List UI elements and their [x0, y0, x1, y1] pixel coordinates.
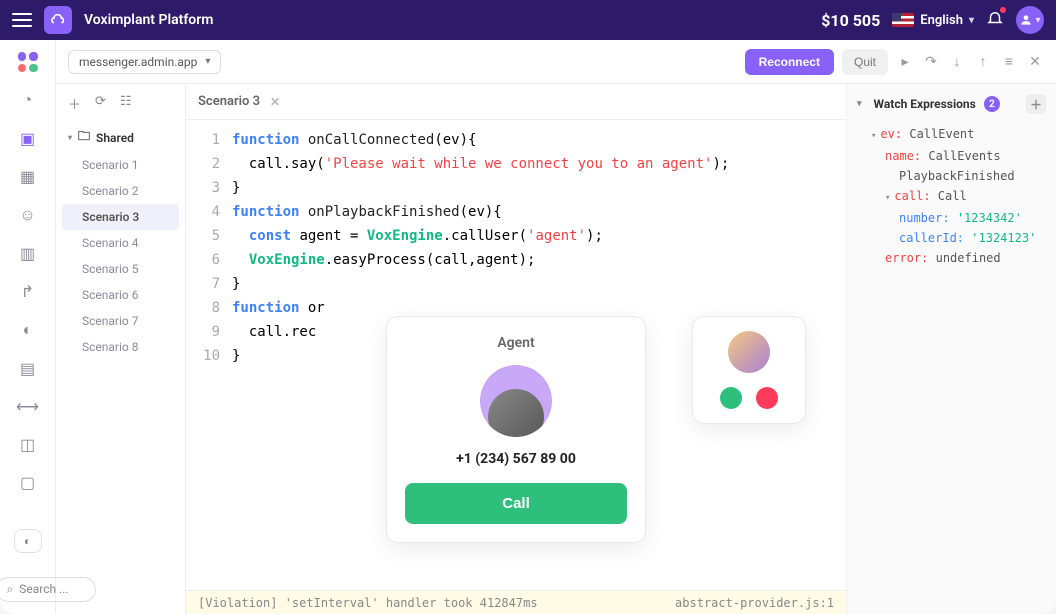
close-icon[interactable]: ✕	[1026, 54, 1044, 70]
chat-icon[interactable]: ▢	[16, 473, 40, 493]
step-out-icon[interactable]: ↑	[974, 53, 992, 70]
bookmark-icon[interactable]: ◫	[16, 435, 40, 455]
left-rail: ◔ ▣ ▦ ☺ ▥ ↱ ◐ ▤ ⟷ ◫ ▢ ◐ ⌕ Search ...	[0, 40, 56, 614]
accept-call-button[interactable]	[720, 387, 742, 409]
sidebar-item-scenario[interactable]: Scenario 1	[62, 152, 179, 178]
call-actions	[707, 387, 791, 409]
chevron-down-icon: ▾	[1035, 15, 1040, 26]
watch-row[interactable]: ▾ev: CallEvent	[857, 124, 1046, 146]
data-icon[interactable]: ▤	[16, 358, 40, 378]
step-over-icon[interactable]: ↷	[922, 54, 940, 70]
watch-row[interactable]: error: undefined	[857, 248, 1046, 268]
watch-tree: ▾ev: CallEvent name: CallEvents Playback…	[857, 124, 1046, 268]
watch-count-badge: 2	[984, 96, 1000, 112]
refresh-icon[interactable]: ⟳	[95, 94, 106, 113]
notification-dot-icon	[1000, 7, 1006, 13]
sidebar-actions: ＋ ⟳ ☷	[62, 94, 179, 123]
reconnect-button[interactable]: Reconnect	[745, 49, 834, 75]
sidebar-item-scenario[interactable]: Scenario 2	[62, 178, 179, 204]
calendar-icon[interactable]: ▦	[16, 167, 40, 187]
editor-toolbar: messenger.admin.app ▾ Reconnect Quit ▸ ↷…	[56, 40, 1056, 84]
caret-down-icon: ▾	[68, 133, 72, 142]
editor-tabs: Scenario 3 ✕	[186, 84, 846, 120]
play-icon[interactable]: ▸	[896, 54, 914, 70]
call-button[interactable]: Call	[405, 483, 627, 524]
device-icon[interactable]: ◐	[16, 320, 40, 340]
console-bar: [Violation] 'setInterval' handler took 4…	[186, 590, 846, 614]
menu-icon[interactable]	[12, 13, 32, 27]
topbar: Voximplant Platform $10 505 English ▾ ▾	[0, 0, 1056, 40]
add-icon[interactable]: ＋	[68, 94, 81, 113]
scenarios-icon[interactable]: ▣	[16, 129, 40, 149]
watch-row[interactable]: PlaybackFinished	[857, 166, 1046, 186]
agent-call-popup: Agent +1 (234) 567 89 00 Call	[386, 316, 646, 543]
tab-scenario[interactable]: Scenario 3 ✕	[198, 94, 280, 109]
brand-title: Voximplant Platform	[84, 12, 213, 28]
add-watch-button[interactable]: ＋	[1026, 94, 1046, 114]
balance-amount: $10 505	[821, 11, 880, 30]
theme-toggle[interactable]: ◐	[14, 529, 42, 553]
language-selector[interactable]: English ▾	[892, 13, 974, 28]
app-selector[interactable]: messenger.admin.app ▾	[68, 50, 221, 74]
decline-call-button[interactable]	[756, 387, 778, 409]
popup-title: Agent	[405, 335, 627, 351]
agent-phone: +1 (234) 567 89 00	[405, 451, 627, 467]
watch-header[interactable]: ▾ Watch Expressions 2 ＋	[857, 94, 1046, 114]
expand-icon[interactable]: ⟷	[16, 396, 40, 416]
apps-icon[interactable]	[16, 52, 40, 72]
close-tab-icon[interactable]: ✕	[270, 95, 280, 109]
chevron-down-icon: ▾	[205, 56, 210, 67]
tab-label: Scenario 3	[198, 94, 260, 109]
watch-row[interactable]: callerId: '1324123'	[857, 228, 1046, 248]
watch-row[interactable]: number: '1234342'	[857, 208, 1046, 228]
line-gutter: 12345678910	[186, 128, 232, 582]
sidebar-item-scenario[interactable]: Scenario 7	[62, 308, 179, 334]
sidebar-item-scenario[interactable]: Scenario 5	[62, 256, 179, 282]
caret-down-icon: ▾	[857, 99, 862, 109]
resume-icon[interactable]: ≡	[1000, 53, 1018, 70]
folder-icon: 🗀	[78, 127, 90, 148]
sidebar-item-scenario[interactable]: Scenario 3	[62, 204, 179, 230]
people-icon[interactable]: ☷	[120, 94, 132, 113]
analytics-icon[interactable]: ◔	[16, 90, 40, 110]
watch-panel: ▾ Watch Expressions 2 ＋ ▾ev: CallEvent n…	[846, 84, 1056, 614]
watch-title: Watch Expressions	[874, 97, 976, 111]
watch-row[interactable]: name: CallEvents	[857, 146, 1046, 166]
step-into-icon[interactable]: ↓	[948, 53, 966, 70]
app-selector-label: messenger.admin.app	[79, 55, 197, 69]
console-source: abstract-provider.js:1	[675, 596, 834, 610]
agent-avatar	[480, 365, 552, 437]
notifications-icon[interactable]	[986, 9, 1004, 31]
numbers-icon[interactable]: ▥	[16, 243, 40, 263]
scenario-sidebar: ＋ ⟳ ☷ ▾ 🗀 Shared Scenario 1Scenario 2Sce…	[56, 84, 186, 614]
flag-icon	[892, 13, 914, 27]
logo-icon[interactable]	[44, 6, 72, 34]
chevron-down-icon: ▾	[969, 15, 974, 26]
watch-row[interactable]: ▾call: Call	[857, 186, 1046, 208]
caller-avatar	[728, 331, 770, 373]
search-icon: ⌕	[7, 582, 14, 597]
quit-button[interactable]: Quit	[842, 49, 888, 75]
language-label: English	[920, 13, 963, 28]
folder-label: Shared	[96, 131, 134, 145]
branch-icon[interactable]: ↱	[16, 282, 40, 302]
console-message: [Violation] 'setInterval' handler took 4…	[198, 596, 538, 610]
sidebar-item-scenario[interactable]: Scenario 8	[62, 334, 179, 360]
user-avatar[interactable]: ▾	[1016, 6, 1044, 34]
users-icon[interactable]: ☺	[16, 205, 40, 225]
mini-call-popup	[692, 316, 806, 424]
folder-shared[interactable]: ▾ 🗀 Shared	[62, 123, 179, 152]
sidebar-item-scenario[interactable]: Scenario 6	[62, 282, 179, 308]
sidebar-item-scenario[interactable]: Scenario 4	[62, 230, 179, 256]
